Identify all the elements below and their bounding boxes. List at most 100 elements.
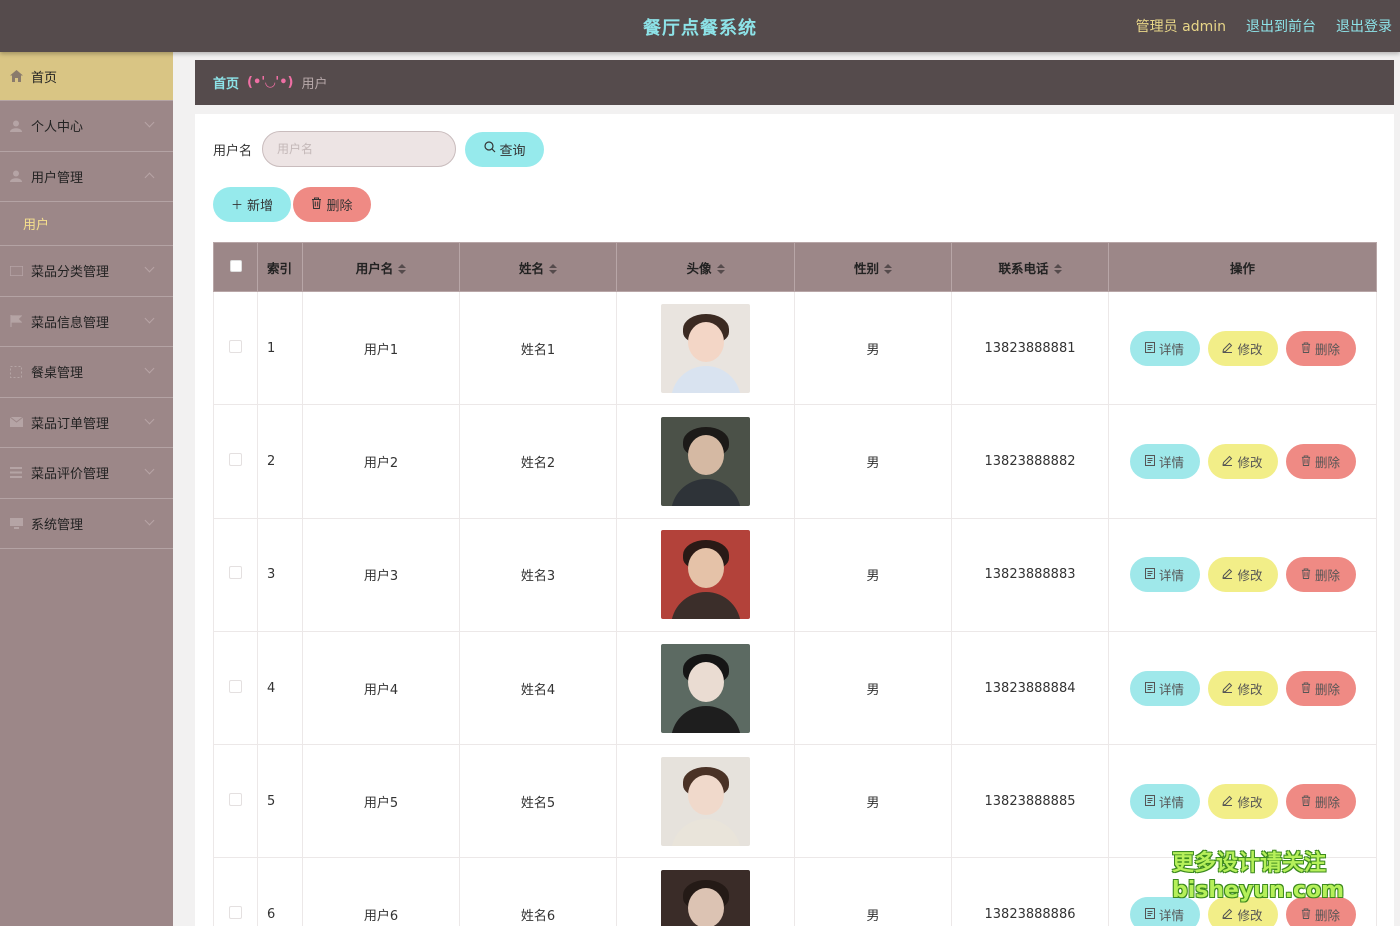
column-header-name[interactable]: 姓名: [459, 242, 617, 292]
column-header-actions: 操作: [1108, 242, 1377, 292]
cell-avatar: [616, 744, 795, 859]
edit-button-label: 修改: [1237, 454, 1263, 470]
pencil-icon: [1222, 681, 1233, 696]
detail-button[interactable]: 详情: [1129, 443, 1200, 479]
detail-button[interactable]: 详情: [1129, 330, 1200, 366]
sidebar-item-dish-info[interactable]: 菜品信息管理: [0, 297, 173, 347]
cell-name: 姓名3: [459, 517, 617, 632]
sidebar-item-dish-category[interactable]: 菜品分类管理: [0, 246, 173, 297]
trash-icon: [311, 197, 322, 213]
breadcrumb-home[interactable]: 首页: [213, 73, 239, 92]
top-header: 餐厅点餐系统 管理员 admin 退出到前台 退出登录: [0, 0, 1400, 52]
trash-icon: [1301, 794, 1311, 809]
monitor-icon: [9, 516, 23, 530]
flag-icon: [9, 314, 23, 328]
column-header-gender[interactable]: 性别: [794, 242, 952, 292]
row-select-cell[interactable]: [213, 404, 258, 519]
sidebar-item-dish-reviews[interactable]: 菜品评价管理: [0, 448, 173, 499]
breadcrumb-separator: (•'◡'•): [247, 75, 294, 90]
cell-index: 6: [257, 857, 303, 926]
add-button[interactable]: ＋ 新增: [213, 187, 291, 222]
detail-button-label: 详情: [1158, 454, 1184, 470]
sort-icon[interactable]: [716, 264, 725, 274]
delete-button[interactable]: 删除: [1285, 783, 1356, 819]
column-header-avatar[interactable]: 头像: [616, 242, 795, 292]
sidebar-item-dish-orders[interactable]: 菜品订单管理: [0, 398, 173, 448]
avatar: [661, 303, 750, 393]
detail-button[interactable]: 详情: [1129, 783, 1200, 819]
delete-button[interactable]: 删除: [1285, 443, 1356, 479]
cell-name: 姓名4: [459, 630, 617, 746]
select-all-checkbox[interactable]: [229, 259, 242, 272]
delete-button-label: 删除: [1314, 794, 1340, 810]
sidebar-item-system[interactable]: 系统管理: [0, 499, 173, 549]
column-header-username[interactable]: 用户名: [302, 242, 460, 292]
row-checkbox[interactable]: [229, 566, 242, 580]
add-button-label: 新增: [247, 199, 274, 214]
row-actions: 详情 修改 删除: [1109, 670, 1376, 706]
row-select-cell[interactable]: [213, 744, 258, 859]
trash-icon: [1301, 454, 1311, 469]
select-all-cell[interactable]: [213, 242, 258, 292]
cell-name: 姓名5: [459, 744, 617, 859]
detail-button[interactable]: 详情: [1129, 557, 1200, 593]
column-header-phone[interactable]: 联系电话: [951, 242, 1109, 292]
delete-button[interactable]: 删除: [1285, 557, 1356, 593]
watermark: 更多设计请关注 bisheyun.com: [1172, 850, 1344, 904]
edit-button[interactable]: 修改: [1207, 783, 1278, 819]
pencil-icon: [1222, 454, 1233, 469]
sidebar-item-profile[interactable]: 个人中心: [0, 101, 173, 152]
detail-button[interactable]: 详情: [1129, 670, 1200, 706]
table-row: 4 用户4 姓名4 男 13823888884 详情 修改 删除: [213, 630, 1377, 746]
pencil-icon: [1222, 907, 1233, 922]
table-icon: [9, 365, 23, 379]
cell-index: 4: [257, 630, 303, 746]
query-button[interactable]: 查询: [465, 131, 545, 167]
search-label: 用户名: [213, 143, 253, 159]
exit-to-front-link[interactable]: 退出到前台: [1246, 16, 1316, 36]
sort-icon[interactable]: [884, 264, 892, 274]
row-checkbox[interactable]: [229, 452, 242, 466]
edit-button[interactable]: 修改: [1207, 330, 1278, 366]
cell-index: 1: [257, 290, 303, 406]
delete-button[interactable]: 删除: [1285, 330, 1356, 366]
row-checkbox[interactable]: [229, 792, 242, 806]
row-checkbox[interactable]: [229, 339, 242, 353]
detail-button-label: 详情: [1158, 568, 1184, 584]
plus-icon: ＋: [230, 197, 243, 212]
row-actions: 详情 修改 删除: [1109, 443, 1376, 479]
chevron-down-icon: [144, 117, 155, 128]
delete-button-label: 删除: [1314, 341, 1340, 357]
delete-button[interactable]: 删除: [1285, 670, 1356, 706]
sort-icon[interactable]: [549, 264, 557, 274]
row-select-cell[interactable]: [213, 857, 258, 926]
sidebar-item-label: 系统管理: [31, 517, 84, 533]
sidebar-item-home[interactable]: 首页: [0, 52, 173, 101]
column-header-label: 姓名: [518, 260, 544, 276]
sidebar-item-user-management[interactable]: 用户管理: [0, 152, 173, 202]
user-table: 索引 用户名 姓名 头像 性别 联系电话 操作 1 用户1 姓名1 男 1382…: [213, 242, 1377, 926]
logout-link[interactable]: 退出登录: [1336, 16, 1392, 36]
cell-avatar: [616, 290, 795, 406]
sidebar-item-table-management[interactable]: 餐桌管理: [0, 347, 173, 398]
table-header-row: 索引 用户名 姓名 头像 性别 联系电话 操作: [213, 242, 1377, 292]
row-checkbox[interactable]: [229, 679, 242, 693]
sidebar-subitem-user[interactable]: 用户: [0, 202, 173, 246]
cell-gender: 男: [794, 404, 952, 519]
delete-button-label: 删除: [1314, 568, 1340, 584]
pencil-icon: [1222, 341, 1233, 356]
cell-name: 姓名2: [459, 404, 617, 519]
row-select-cell[interactable]: [213, 517, 258, 632]
edit-button[interactable]: 修改: [1207, 670, 1278, 706]
batch-delete-button[interactable]: 删除: [293, 187, 371, 222]
row-select-cell[interactable]: [213, 630, 258, 746]
edit-button[interactable]: 修改: [1207, 443, 1278, 479]
column-header-label: 联系电话: [998, 260, 1049, 276]
username-search-input[interactable]: [262, 131, 457, 167]
row-checkbox[interactable]: [229, 906, 242, 920]
sort-icon[interactable]: [398, 264, 407, 274]
row-select-cell[interactable]: [213, 290, 258, 406]
chevron-down-icon: [144, 464, 155, 475]
edit-button[interactable]: 修改: [1207, 557, 1278, 593]
sort-icon[interactable]: [1053, 264, 1062, 274]
